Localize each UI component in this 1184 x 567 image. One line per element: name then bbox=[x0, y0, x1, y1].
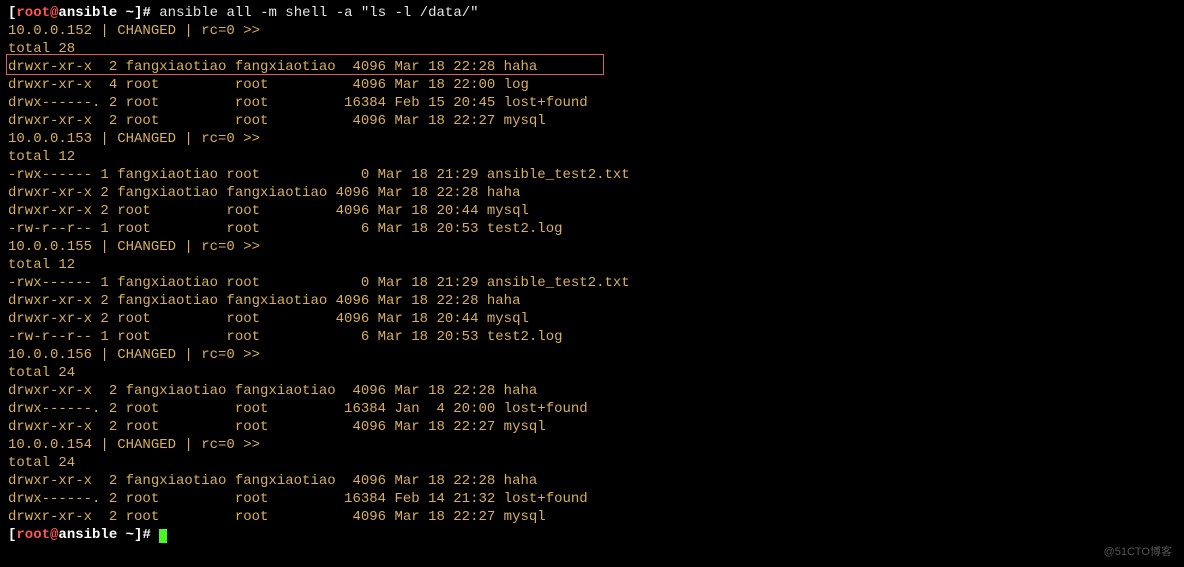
file-row: -rw-r--r-- 1 root root 6 Mar 18 20:53 te… bbox=[8, 329, 563, 345]
terminal-line: 10.0.0.152 | CHANGED | rc=0 >> bbox=[8, 22, 1176, 40]
terminal-line: 10.0.0.154 | CHANGED | rc=0 >> bbox=[8, 436, 1176, 454]
prompt-path: ~ bbox=[117, 527, 134, 543]
terminal-line: drwxr-xr-x 2 root root 4096 Mar 18 20:44… bbox=[8, 202, 1176, 220]
terminal-line: drwx------. 2 root root 16384 Feb 14 21:… bbox=[8, 490, 1176, 508]
terminal-line: drwxr-xr-x 2 fangxiaotiao fangxiaotiao 4… bbox=[8, 292, 1176, 310]
prompt-host: ansible bbox=[58, 527, 117, 543]
total-line: total 28 bbox=[8, 41, 75, 57]
file-row: drwxr-xr-x 2 root root 4096 Mar 18 20:44… bbox=[8, 311, 529, 327]
prompt-hash: # bbox=[142, 527, 159, 543]
terminal-line: drwxr-xr-x 2 root root 4096 Mar 18 22:27… bbox=[8, 418, 1176, 436]
file-row: drwxr-xr-x 2 fangxiaotiao fangxiaotiao 4… bbox=[8, 185, 520, 201]
terminal-line: -rwx------ 1 fangxiaotiao root 0 Mar 18 … bbox=[8, 166, 1176, 184]
host-header: 10.0.0.156 | CHANGED | rc=0 >> bbox=[8, 347, 260, 363]
host-header: 10.0.0.153 | CHANGED | rc=0 >> bbox=[8, 131, 260, 147]
terminal-line: drwxr-xr-x 2 fangxiaotiao fangxiaotiao 4… bbox=[8, 184, 1176, 202]
terminal-line: total 24 bbox=[8, 364, 1176, 382]
terminal-line: [root@ansible ~]# ansible all -m shell -… bbox=[8, 4, 1176, 22]
prompt-path: ~ bbox=[117, 5, 134, 21]
terminal-line: drwxr-xr-x 2 root root 4096 Mar 18 22:27… bbox=[8, 508, 1176, 526]
terminal-line: drwxr-xr-x 2 fangxiaotiao fangxiaotiao 4… bbox=[8, 382, 1176, 400]
prompt-host: ansible bbox=[58, 5, 117, 21]
terminal-line: -rw-r--r-- 1 root root 6 Mar 18 20:53 te… bbox=[8, 220, 1176, 238]
terminal-line: 10.0.0.155 | CHANGED | rc=0 >> bbox=[8, 238, 1176, 256]
terminal-line: drwxr-xr-x 4 root root 4096 Mar 18 22:00… bbox=[8, 76, 1176, 94]
terminal-line: 10.0.0.153 | CHANGED | rc=0 >> bbox=[8, 130, 1176, 148]
file-row: drwxr-xr-x 2 fangxiaotiao fangxiaotiao 4… bbox=[8, 473, 537, 489]
terminal-line: drwxr-xr-x 2 fangxiaotiao fangxiaotiao 4… bbox=[8, 58, 1176, 76]
file-row: drwx------. 2 root root 16384 Jan 4 20:0… bbox=[8, 401, 588, 417]
prompt-hash: # bbox=[142, 5, 159, 21]
host-header: 10.0.0.155 | CHANGED | rc=0 >> bbox=[8, 239, 260, 255]
terminal-line: drwxr-xr-x 2 root root 4096 Mar 18 20:44… bbox=[8, 310, 1176, 328]
total-line: total 12 bbox=[8, 257, 75, 273]
file-row: drwxr-xr-x 2 fangxiaotiao fangxiaotiao 4… bbox=[8, 293, 520, 309]
prompt-user: root bbox=[16, 527, 50, 543]
total-line: total 24 bbox=[8, 365, 75, 381]
total-line: total 24 bbox=[8, 455, 75, 471]
terminal-output[interactable]: [root@ansible ~]# ansible all -m shell -… bbox=[8, 4, 1176, 544]
terminal-line: total 12 bbox=[8, 148, 1176, 166]
terminal-line: 10.0.0.156 | CHANGED | rc=0 >> bbox=[8, 346, 1176, 364]
file-row: -rwx------ 1 fangxiaotiao root 0 Mar 18 … bbox=[8, 275, 630, 291]
total-line: total 12 bbox=[8, 149, 75, 165]
file-row: drwxr-xr-x 2 root root 4096 Mar 18 22:27… bbox=[8, 419, 546, 435]
terminal-line: drwxr-xr-x 2 fangxiaotiao fangxiaotiao 4… bbox=[8, 472, 1176, 490]
command-text: ansible all -m shell -a "ls -l /data/" bbox=[159, 5, 478, 21]
terminal-line: total 28 bbox=[8, 40, 1176, 58]
file-row: drwxr-xr-x 2 fangxiaotiao fangxiaotiao 4… bbox=[8, 59, 537, 75]
host-header: 10.0.0.154 | CHANGED | rc=0 >> bbox=[8, 437, 260, 453]
cursor[interactable] bbox=[159, 529, 167, 543]
watermark: @51CTO博客 bbox=[1104, 543, 1172, 561]
file-row: drwx------. 2 root root 16384 Feb 15 20:… bbox=[8, 95, 588, 111]
host-header: 10.0.0.152 | CHANGED | rc=0 >> bbox=[8, 23, 260, 39]
terminal-line: total 12 bbox=[8, 256, 1176, 274]
file-row: drwxr-xr-x 4 root root 4096 Mar 18 22:00… bbox=[8, 77, 529, 93]
file-row: drwxr-xr-x 2 root root 4096 Mar 18 20:44… bbox=[8, 203, 529, 219]
file-row: drwxr-xr-x 2 root root 4096 Mar 18 22:27… bbox=[8, 509, 546, 525]
file-row: -rw-r--r-- 1 root root 6 Mar 18 20:53 te… bbox=[8, 221, 563, 237]
file-row: drwxr-xr-x 2 fangxiaotiao fangxiaotiao 4… bbox=[8, 383, 537, 399]
file-row: -rwx------ 1 fangxiaotiao root 0 Mar 18 … bbox=[8, 167, 630, 183]
terminal-line: -rw-r--r-- 1 root root 6 Mar 18 20:53 te… bbox=[8, 328, 1176, 346]
file-row: drwx------. 2 root root 16384 Feb 14 21:… bbox=[8, 491, 588, 507]
terminal-line: drwx------. 2 root root 16384 Jan 4 20:0… bbox=[8, 400, 1176, 418]
terminal-line: drwxr-xr-x 2 root root 4096 Mar 18 22:27… bbox=[8, 112, 1176, 130]
terminal-line: total 24 bbox=[8, 454, 1176, 472]
prompt-user: root bbox=[16, 5, 50, 21]
terminal-line: [root@ansible ~]# bbox=[8, 526, 1176, 544]
terminal-line: -rwx------ 1 fangxiaotiao root 0 Mar 18 … bbox=[8, 274, 1176, 292]
file-row: drwxr-xr-x 2 root root 4096 Mar 18 22:27… bbox=[8, 113, 546, 129]
terminal-line: drwx------. 2 root root 16384 Feb 15 20:… bbox=[8, 94, 1176, 112]
